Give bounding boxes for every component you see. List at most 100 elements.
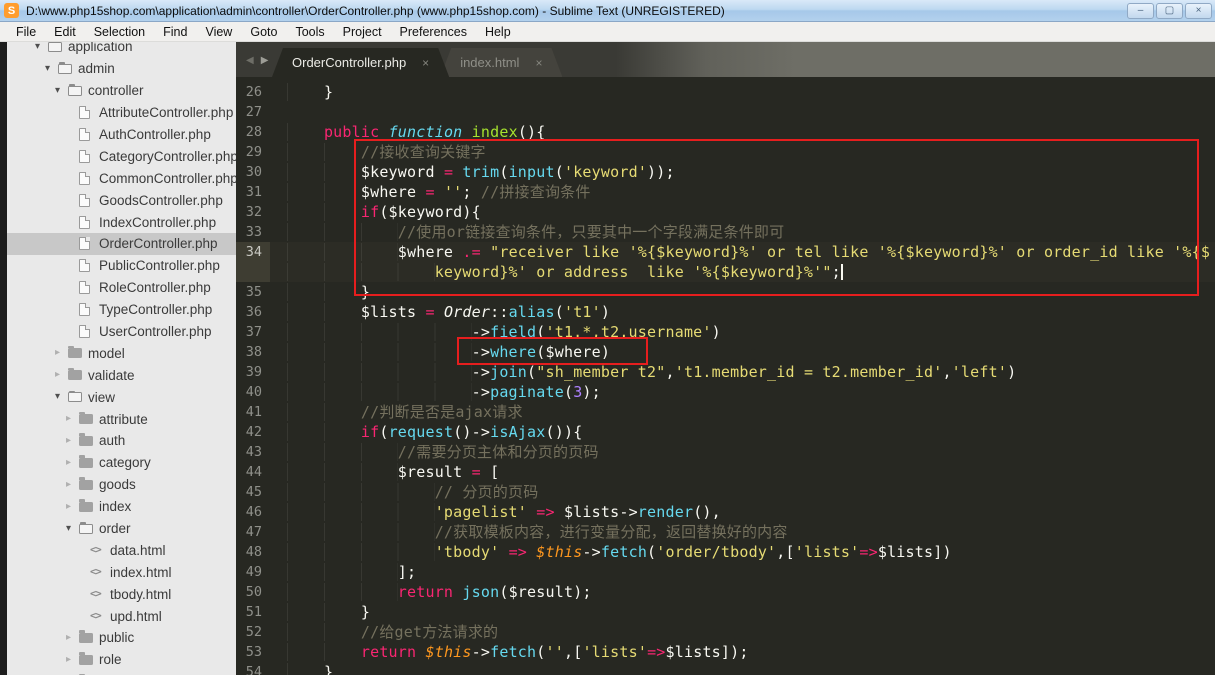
- tree-item-typecontroller-php[interactable]: TypeController.php: [7, 299, 236, 321]
- tree-item-index[interactable]: ▸ index: [7, 496, 236, 518]
- tree-item-indexcontroller-php[interactable]: IndexController.php: [7, 211, 236, 233]
- tree-item-view[interactable]: ▾ view: [7, 386, 236, 408]
- tree-item-upd-html[interactable]: <> upd.html: [7, 605, 236, 627]
- tree-item-categorycontroller-php[interactable]: CategoryController.php: [7, 145, 236, 167]
- tree-item-data-html[interactable]: <> data.html: [7, 539, 236, 561]
- tree-item-category[interactable]: ▸ category: [7, 452, 236, 474]
- folder-icon-slot: [68, 390, 88, 403]
- tab-scroll-right-icon[interactable]: ▶: [261, 55, 269, 66]
- tree-item-ordercontroller-php[interactable]: OrderController.php: [7, 233, 236, 255]
- code-line-28[interactable]: 28 public function index(){: [236, 122, 1215, 142]
- code-line-47[interactable]: 47 //获取模板内容，进行变量分配，返回替换好的内容: [236, 522, 1215, 542]
- code-line-35[interactable]: 35 }: [236, 282, 1215, 302]
- code-line-37[interactable]: 37 ->field('t1.*,t2.username'): [236, 322, 1215, 342]
- collapse-arrow-icon[interactable]: ▸: [66, 479, 79, 490]
- code-line-51[interactable]: 51 }: [236, 602, 1215, 622]
- tree-item-authcontroller-php[interactable]: AuthController.php: [7, 124, 236, 146]
- code-line-31[interactable]: 31 $where = ''; //拼接查询条件: [236, 182, 1215, 202]
- collapse-arrow-icon[interactable]: ▸: [55, 348, 68, 358]
- expand-arrow-icon[interactable]: ▾: [45, 63, 58, 74]
- file-tree-sidebar[interactable]: ▾ application ▾ admin ▾ controller AttributeCo…: [7, 42, 236, 675]
- tree-item-validate[interactable]: ▸ validate: [7, 364, 236, 386]
- menu-find[interactable]: Find: [154, 25, 196, 39]
- expand-arrow-icon[interactable]: ▾: [55, 392, 68, 402]
- collapse-arrow-icon[interactable]: ▸: [55, 370, 68, 380]
- code-line-53[interactable]: 53 return $this->fetch('',['lists'=>$lis…: [236, 642, 1215, 662]
- tree-item-admin[interactable]: ▾ admin: [7, 58, 236, 80]
- menu-preferences[interactable]: Preferences: [391, 25, 476, 39]
- code-line-46[interactable]: 46 'pagelist' => $lists->render(),: [236, 502, 1215, 522]
- maximize-button[interactable]: ▢: [1156, 2, 1183, 19]
- code-line-39[interactable]: 39 ->join("sh_member t2",'t1.member_id =…: [236, 362, 1215, 382]
- php-file-icon: [79, 193, 90, 207]
- code-line-44[interactable]: 44 $result = [: [236, 462, 1215, 482]
- tab-close-icon[interactable]: ×: [535, 56, 542, 70]
- collapse-arrow-icon[interactable]: ▸: [66, 435, 79, 446]
- code-line-43[interactable]: 43 //需要分页主体和分页的页码: [236, 442, 1215, 462]
- code-line-32[interactable]: 32 if($keyword){: [236, 202, 1215, 222]
- expand-arrow-icon[interactable]: ▾: [35, 42, 48, 52]
- code-line-38[interactable]: 38 ->where($where): [236, 342, 1215, 362]
- code-line-33[interactable]: 33 //使用or链接查询条件，只要其中一个字段满足条件即可: [236, 222, 1215, 242]
- tree-item-public[interactable]: ▸ public: [7, 627, 236, 649]
- menu-help[interactable]: Help: [476, 25, 520, 39]
- tree-item-index-html[interactable]: <> index.html: [7, 561, 236, 583]
- tree-item-partial[interactable]: ▸: [7, 671, 236, 675]
- code-line-34[interactable]: 34 $where .= "receiver like '%{$keyword}…: [236, 242, 1215, 262]
- collapse-arrow-icon[interactable]: ▸: [66, 632, 79, 643]
- tree-item-auth[interactable]: ▸ auth: [7, 430, 236, 452]
- menu-selection[interactable]: Selection: [85, 25, 154, 39]
- code-line-40[interactable]: 40 ->paginate(3);: [236, 382, 1215, 402]
- tree-item-model[interactable]: ▸ model: [7, 342, 236, 364]
- tree-item-usercontroller-php[interactable]: UserController.php: [7, 321, 236, 343]
- code-line-49[interactable]: 49 ];: [236, 562, 1215, 582]
- menu-edit[interactable]: Edit: [45, 25, 85, 39]
- menu-project[interactable]: Project: [334, 25, 391, 39]
- code-line-45[interactable]: 45 // 分页的页码: [236, 482, 1215, 502]
- menu-tools[interactable]: Tools: [286, 25, 333, 39]
- code-line-42[interactable]: 42 if(request()->isAjax()){: [236, 422, 1215, 442]
- tab-index-html[interactable]: index.html ×: [440, 48, 562, 77]
- tab-ordercontroller-php[interactable]: OrderController.php ×: [272, 48, 449, 77]
- collapse-arrow-icon[interactable]: ▸: [66, 501, 79, 512]
- code-line-54[interactable]: 54 }: [236, 662, 1215, 675]
- collapse-arrow-icon[interactable]: ▸: [66, 654, 79, 665]
- expand-arrow-icon[interactable]: ▾: [66, 523, 79, 534]
- menu-view[interactable]: View: [196, 25, 241, 39]
- tab-scroll-left-icon[interactable]: ◀: [246, 55, 254, 66]
- collapse-arrow-icon[interactable]: ▸: [66, 414, 79, 424]
- menu-file[interactable]: File: [7, 25, 45, 39]
- expand-arrow-icon[interactable]: ▾: [55, 85, 68, 96]
- tree-item-goods[interactable]: ▸ goods: [7, 474, 236, 496]
- tree-item-tbody-html[interactable]: <> tbody.html: [7, 583, 236, 605]
- tree-item-label: validate: [88, 367, 135, 383]
- tab-close-icon[interactable]: ×: [422, 56, 429, 70]
- tree-item-attribute[interactable]: ▸ attribute: [7, 408, 236, 430]
- code-line-36[interactable]: 36 $lists = Order::alias('t1'): [236, 302, 1215, 322]
- code-line-26[interactable]: 26 }: [236, 82, 1215, 102]
- tree-item-role[interactable]: ▸ role: [7, 649, 236, 671]
- tree-item-attributecontroller-php[interactable]: AttributeController.php: [7, 102, 236, 124]
- code-line-30[interactable]: 30 $keyword = trim(input('keyword'));: [236, 162, 1215, 182]
- tree-item-application[interactable]: ▾ application: [7, 42, 236, 58]
- tree-item-goodscontroller-php[interactable]: GoodsController.php: [7, 189, 236, 211]
- code-line-wrap[interactable]: keyword}%' or address like '%{$keyword}%…: [236, 262, 1215, 282]
- tree-item-commoncontroller-php[interactable]: CommonController.php: [7, 167, 236, 189]
- menu-goto[interactable]: Goto: [241, 25, 286, 39]
- code-line-50[interactable]: 50 return json($result);: [236, 582, 1215, 602]
- file-icon-slot: [79, 325, 99, 339]
- code-area[interactable]: 26 } 27 28 public function index(){29 //接收…: [236, 77, 1215, 675]
- tree-item-rolecontroller-php[interactable]: RoleController.php: [7, 277, 236, 299]
- code-line-27[interactable]: 27: [236, 102, 1215, 122]
- tree-item-publiccontroller-php[interactable]: PublicController.php: [7, 255, 236, 277]
- close-button[interactable]: ×: [1185, 2, 1212, 19]
- code-line-48[interactable]: 48 'tbody' => $this->fetch('order/tbody'…: [236, 542, 1215, 562]
- line-number: 27: [245, 104, 262, 120]
- minimize-button[interactable]: –: [1127, 2, 1154, 19]
- tree-item-controller[interactable]: ▾ controller: [7, 80, 236, 102]
- code-line-52[interactable]: 52 //给get方法请求的: [236, 622, 1215, 642]
- code-line-29[interactable]: 29 //接收查询关键字: [236, 142, 1215, 162]
- tree-item-order[interactable]: ▾ order: [7, 518, 236, 540]
- collapse-arrow-icon[interactable]: ▸: [66, 457, 79, 468]
- code-line-41[interactable]: 41 //判断是否是ajax请求: [236, 402, 1215, 422]
